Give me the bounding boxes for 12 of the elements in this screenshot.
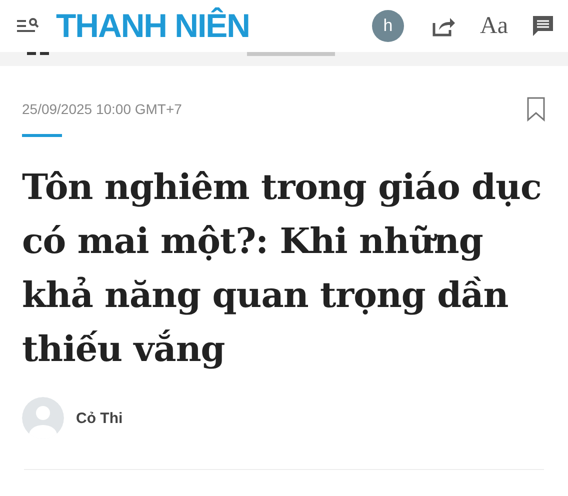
author-avatar-icon <box>22 397 64 439</box>
author-name[interactable]: Cỏ Thi <box>76 410 123 426</box>
article-title: Tôn nghiêm trong giáo dục có mai một?: Khi những khả năng quan trọng dần thiếu vắng <box>22 166 542 372</box>
share-icon[interactable] <box>432 15 456 37</box>
publish-date: 25/09/2025 10:00 GMT+7 <box>22 101 182 117</box>
bookmark-icon[interactable] <box>526 96 546 122</box>
user-avatar[interactable]: h <box>372 10 404 42</box>
search-menu-icon[interactable] <box>16 17 40 35</box>
nav-tab-indicator-drawing <box>27 52 51 56</box>
font-size-button[interactable]: Aa <box>476 12 512 40</box>
comment-icon[interactable] <box>532 15 554 37</box>
accent-line <box>22 134 62 137</box>
